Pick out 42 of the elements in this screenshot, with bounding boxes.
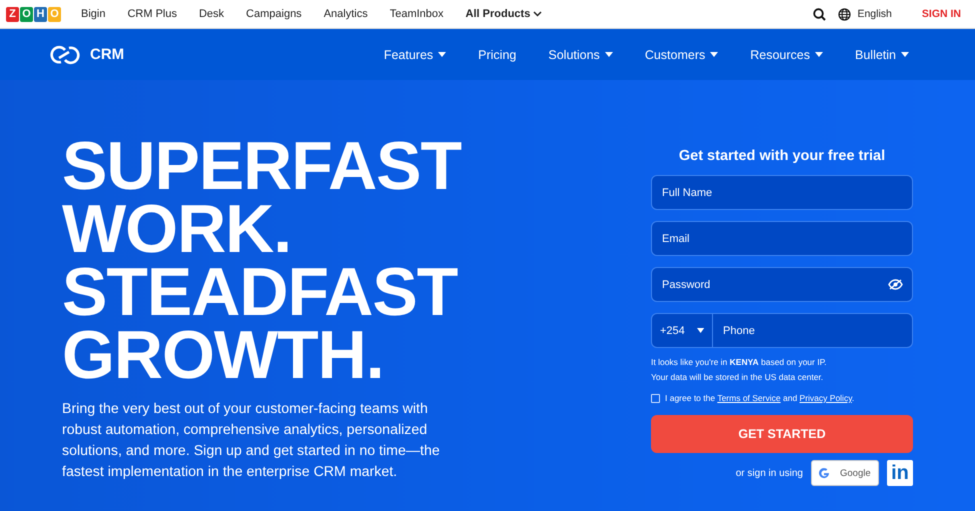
globe-icon[interactable] — [838, 8, 852, 20]
input-field[interactable]: Full Name — [651, 175, 913, 210]
product-link[interactable]: CRM Plus — [127, 8, 177, 20]
eye-icon[interactable] — [888, 279, 903, 290]
product-link[interactable]: Desk — [198, 8, 224, 20]
input-field[interactable]: Email — [651, 221, 913, 256]
headline: SUPERFAST WORK. STEADFAST GROWTH. — [62, 135, 462, 387]
sign-in-link[interactable]: SIGN IN — [922, 8, 961, 20]
location-note: It looks like you're in KENYA based on your IP. — [651, 357, 828, 367]
agreement-text: I agree to the Terms of Service and Privacy Policy. — [665, 393, 854, 403]
terms-link[interactable]: Terms of Service — [717, 393, 781, 403]
form-title: Get started with your free trial — [678, 148, 886, 164]
zoho-logo[interactable]: Z O H O — [6, 6, 61, 22]
dropdown-icon — [696, 327, 704, 334]
agree-checkbox[interactable] — [651, 394, 660, 402]
location-note: Your data will be stored in the US data center. — [651, 372, 824, 382]
google-sign-in-button[interactable]: Google — [811, 460, 879, 486]
get-started-button[interactable]: GET STARTED — [651, 415, 913, 453]
linkedin-sign-in-button[interactable]: in — [887, 460, 913, 486]
product-link[interactable]: Analytics — [324, 8, 368, 20]
nav-link[interactable]: Resources — [750, 48, 823, 62]
product-link[interactable]: Campaigns — [246, 8, 302, 20]
crm-logo-icon[interactable] — [48, 44, 82, 66]
google-icon — [818, 467, 830, 479]
privacy-link[interactable]: Privacy Policy — [800, 393, 852, 403]
crm-brand[interactable]: CRM — [90, 46, 124, 63]
nav-link[interactable]: Customers — [644, 48, 718, 62]
country-code-select[interactable]: +254 — [651, 313, 713, 348]
search-icon[interactable] — [813, 8, 826, 20]
nav-link[interactable]: Pricing — [478, 48, 516, 62]
nav-link[interactable]: Solutions — [548, 48, 613, 62]
hero-description: Bring the very best out of your customer-facing teams with robust automation, comprehensive analytics, personalized solutions, and more. Sign up and get started in no time—the fastest implementation in the enterprise CRM market. — [62, 400, 441, 482]
language-selector[interactable]: English — [857, 8, 892, 20]
input-field[interactable]: Password — [651, 267, 913, 302]
phone-field[interactable]: Phone — [713, 313, 913, 348]
product-link[interactable]: TeamInbox — [390, 8, 444, 20]
all-products-menu[interactable]: All Products — [466, 8, 542, 20]
alt-sign-in-label: or sign in using — [736, 468, 803, 478]
chevron-down-icon — [533, 11, 542, 17]
nav-link[interactable]: Bulletin — [855, 48, 909, 62]
nav-link[interactable]: Features — [384, 48, 446, 62]
product-link[interactable]: Bigin — [81, 8, 106, 20]
